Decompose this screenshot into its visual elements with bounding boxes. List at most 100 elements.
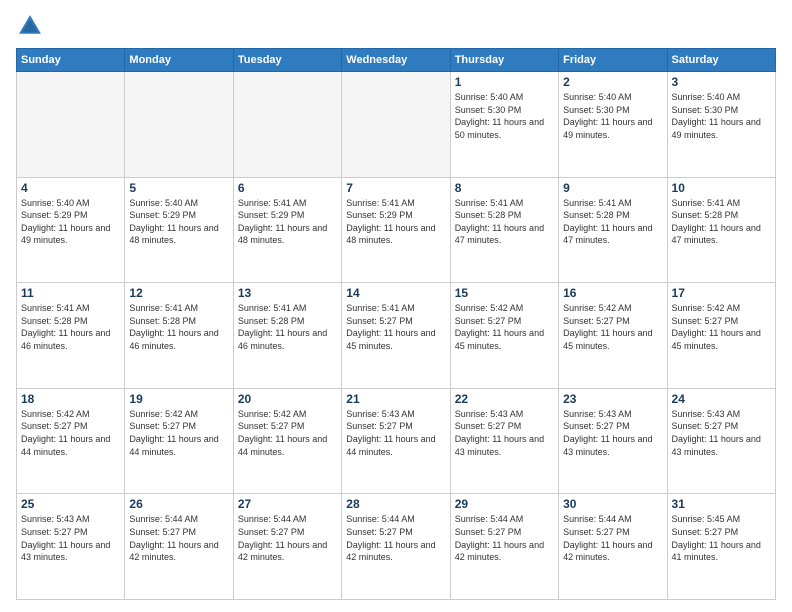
cell-details: Sunrise: 5:43 AMSunset: 5:27 PMDaylight:… [672,408,771,458]
calendar-cell: 22Sunrise: 5:43 AMSunset: 5:27 PMDayligh… [450,388,558,494]
calendar-cell: 17 Sunrise: 5:42 AMSunset: 5:27 PMDayligh… [667,283,775,389]
day-header-friday: Friday [559,49,667,72]
logo-icon [16,12,44,40]
calendar-cell: 1 Sunrise: 5:40 AMSunset: 5:30 PMDaylight… [450,72,558,178]
day-header-thursday: Thursday [450,49,558,72]
calendar-cell [233,72,341,178]
header [16,12,776,40]
calendar-cell: 24 Sunrise: 5:43 AMSunset: 5:27 PMDayligh… [667,388,775,494]
calendar-cell: 5Sunrise: 5:40 AMSunset: 5:29 PMDaylight… [125,177,233,283]
day-number: 27 [238,497,337,511]
calendar-cell: 28 Sunrise: 5:44 AMSunset: 5:27 PMDayligh… [342,494,450,600]
calendar-cell: 13 Sunrise: 5:41 AMSunset: 5:28 PMDayligh… [233,283,341,389]
calendar-cell: 18Sunrise: 5:42 AMSunset: 5:27 PMDayligh… [17,388,125,494]
day-number: 3 [672,75,771,89]
day-number: 25 [21,497,120,511]
cell-details: Sunrise: 5:41 AMSunset: 5:28 PMDaylight:… [455,197,554,247]
calendar-cell: 15 Sunrise: 5:42 AMSunset: 5:27 PMDayligh… [450,283,558,389]
cell-details: Sunrise: 5:41 AMSunset: 5:27 PMDaylight:… [346,302,445,352]
cell-details: Sunrise: 5:42 AMSunset: 5:27 PMDaylight:… [238,408,337,458]
cell-details: Sunrise: 5:43 AMSunset: 5:27 PMDaylight:… [346,408,445,458]
calendar-body: 1 Sunrise: 5:40 AMSunset: 5:30 PMDaylight… [17,72,776,600]
day-number: 24 [672,392,771,406]
calendar-cell: 30 Sunrise: 5:44 AMSunset: 5:27 PMDayligh… [559,494,667,600]
calendar-cell: 29 Sunrise: 5:44 AMSunset: 5:27 PMDayligh… [450,494,558,600]
calendar-cell: 11 Sunrise: 5:41 AMSunset: 5:28 PMDayligh… [17,283,125,389]
calendar-cell [342,72,450,178]
cell-details: Sunrise: 5:41 AMSunset: 5:29 PMDaylight:… [346,197,445,247]
calendar-cell: 23 Sunrise: 5:43 AMSunset: 5:27 PMDayligh… [559,388,667,494]
cell-details: Sunrise: 5:40 AMSunset: 5:29 PMDaylight:… [21,197,120,247]
day-number: 7 [346,181,445,195]
calendar-cell: 27 Sunrise: 5:44 AMSunset: 5:27 PMDayligh… [233,494,341,600]
cell-details: Sunrise: 5:43 AMSunset: 5:27 PMDaylight:… [455,408,554,458]
day-number: 28 [346,497,445,511]
cell-details: Sunrise: 5:43 AMSunset: 5:27 PMDaylight:… [563,408,662,458]
day-number: 29 [455,497,554,511]
calendar-week-1: 1 Sunrise: 5:40 AMSunset: 5:30 PMDaylight… [17,72,776,178]
cell-details: Sunrise: 5:44 AMSunset: 5:27 PMDaylight:… [129,513,228,563]
cell-details: Sunrise: 5:44 AMSunset: 5:27 PMDaylight:… [238,513,337,563]
cell-details: Sunrise: 5:40 AMSunset: 5:30 PMDaylight:… [455,91,554,141]
day-number: 23 [563,392,662,406]
cell-details: Sunrise: 5:42 AMSunset: 5:27 PMDaylight:… [129,408,228,458]
cell-details: Sunrise: 5:45 AMSunset: 5:27 PMDaylight:… [672,513,771,563]
calendar-cell: 14Sunrise: 5:41 AMSunset: 5:27 PMDayligh… [342,283,450,389]
day-number: 2 [563,75,662,89]
day-number: 4 [21,181,120,195]
calendar-cell: 3 Sunrise: 5:40 AMSunset: 5:30 PMDaylight… [667,72,775,178]
calendar-cell: 19 Sunrise: 5:42 AMSunset: 5:27 PMDayligh… [125,388,233,494]
day-number: 9 [563,181,662,195]
day-header-tuesday: Tuesday [233,49,341,72]
cell-details: Sunrise: 5:41 AMSunset: 5:28 PMDaylight:… [563,197,662,247]
calendar-cell: 16 Sunrise: 5:42 AMSunset: 5:27 PMDayligh… [559,283,667,389]
day-number: 11 [21,286,120,300]
day-number: 19 [129,392,228,406]
calendar-cell: 4 Sunrise: 5:40 AMSunset: 5:29 PMDaylight… [17,177,125,283]
calendar-cell: 10Sunrise: 5:41 AMSunset: 5:28 PMDayligh… [667,177,775,283]
calendar-week-5: 25 Sunrise: 5:43 AMSunset: 5:27 PMDayligh… [17,494,776,600]
day-number: 1 [455,75,554,89]
day-header-monday: Monday [125,49,233,72]
day-number: 12 [129,286,228,300]
cell-details: Sunrise: 5:44 AMSunset: 5:27 PMDaylight:… [346,513,445,563]
calendar-header-row: SundayMondayTuesdayWednesdayThursdayFrid… [17,49,776,72]
cell-details: Sunrise: 5:41 AMSunset: 5:28 PMDaylight:… [129,302,228,352]
cell-details: Sunrise: 5:43 AMSunset: 5:27 PMDaylight:… [21,513,120,563]
cell-details: Sunrise: 5:40 AMSunset: 5:30 PMDaylight:… [563,91,662,141]
cell-details: Sunrise: 5:42 AMSunset: 5:27 PMDaylight:… [455,302,554,352]
calendar-cell: 20 Sunrise: 5:42 AMSunset: 5:27 PMDayligh… [233,388,341,494]
day-header-sunday: Sunday [17,49,125,72]
cell-details: Sunrise: 5:41 AMSunset: 5:28 PMDaylight:… [238,302,337,352]
cell-details: Sunrise: 5:42 AMSunset: 5:27 PMDaylight:… [21,408,120,458]
day-header-wednesday: Wednesday [342,49,450,72]
day-number: 15 [455,286,554,300]
logo [16,12,48,40]
calendar-cell: 2 Sunrise: 5:40 AMSunset: 5:30 PMDaylight… [559,72,667,178]
calendar-cell: 6Sunrise: 5:41 AMSunset: 5:29 PMDaylight… [233,177,341,283]
cell-details: Sunrise: 5:44 AMSunset: 5:27 PMDaylight:… [563,513,662,563]
calendar-cell: 31Sunrise: 5:45 AMSunset: 5:27 PMDayligh… [667,494,775,600]
day-header-saturday: Saturday [667,49,775,72]
calendar-week-3: 11 Sunrise: 5:41 AMSunset: 5:28 PMDayligh… [17,283,776,389]
cell-details: Sunrise: 5:42 AMSunset: 5:27 PMDaylight:… [563,302,662,352]
cell-details: Sunrise: 5:41 AMSunset: 5:29 PMDaylight:… [238,197,337,247]
day-number: 17 [672,286,771,300]
calendar-cell: 25 Sunrise: 5:43 AMSunset: 5:27 PMDayligh… [17,494,125,600]
day-number: 20 [238,392,337,406]
day-number: 21 [346,392,445,406]
day-number: 13 [238,286,337,300]
cell-details: Sunrise: 5:41 AMSunset: 5:28 PMDaylight:… [21,302,120,352]
cell-details: Sunrise: 5:42 AMSunset: 5:27 PMDaylight:… [672,302,771,352]
calendar-week-4: 18Sunrise: 5:42 AMSunset: 5:27 PMDayligh… [17,388,776,494]
cell-details: Sunrise: 5:44 AMSunset: 5:27 PMDaylight:… [455,513,554,563]
calendar-week-2: 4 Sunrise: 5:40 AMSunset: 5:29 PMDaylight… [17,177,776,283]
day-number: 8 [455,181,554,195]
calendar-table: SundayMondayTuesdayWednesdayThursdayFrid… [16,48,776,600]
day-number: 5 [129,181,228,195]
calendar-cell: 7 Sunrise: 5:41 AMSunset: 5:29 PMDaylight… [342,177,450,283]
day-number: 10 [672,181,771,195]
day-number: 16 [563,286,662,300]
cell-details: Sunrise: 5:40 AMSunset: 5:30 PMDaylight:… [672,91,771,141]
day-number: 30 [563,497,662,511]
